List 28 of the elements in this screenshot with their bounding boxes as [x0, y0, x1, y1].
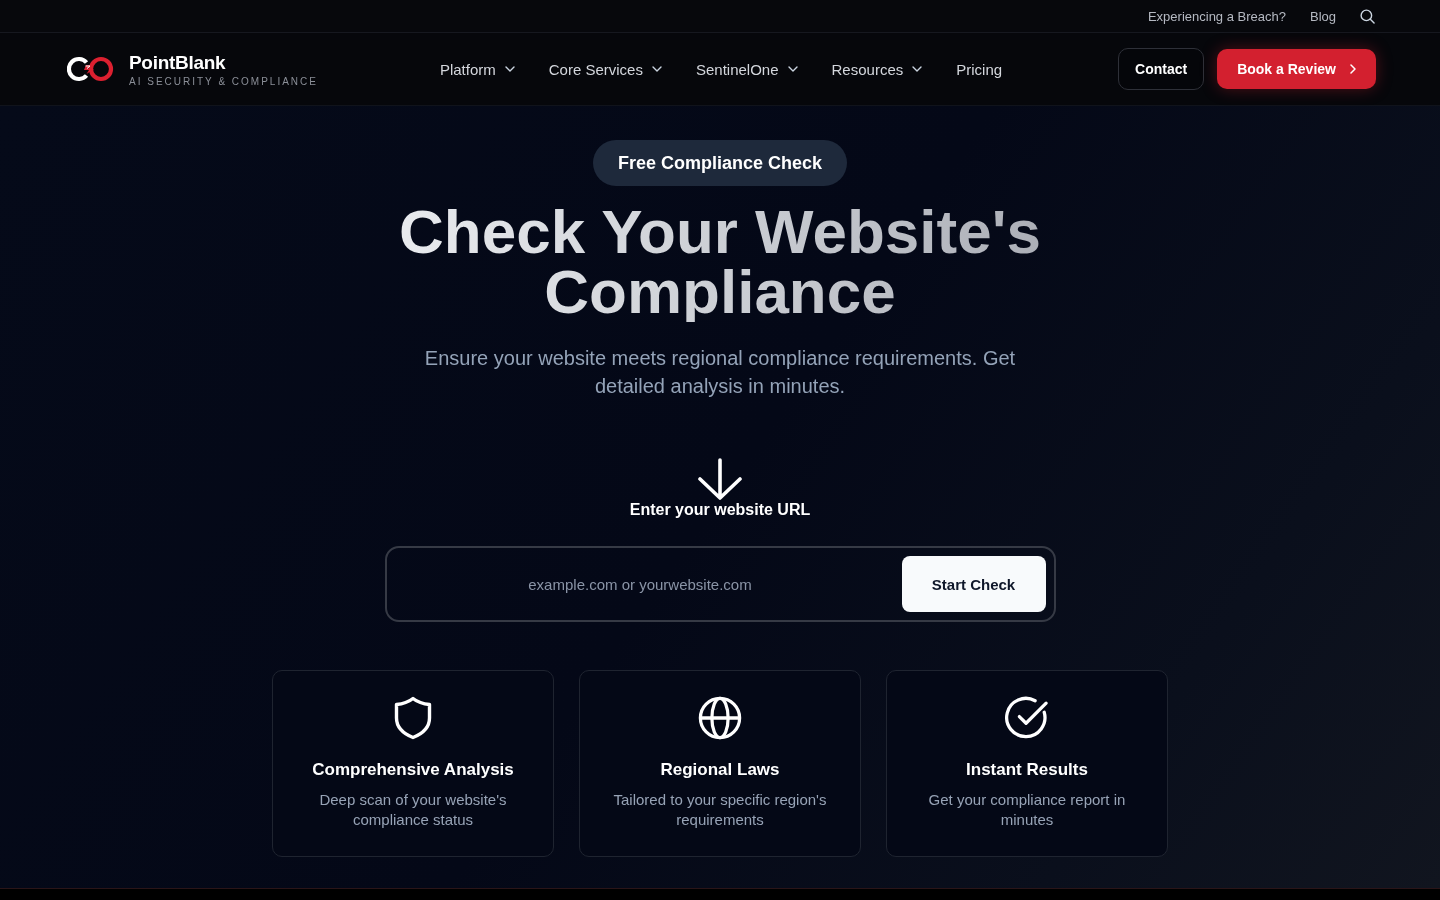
url-label: Enter your website URL	[629, 500, 811, 520]
logo-icon[interactable]	[67, 56, 114, 82]
nav-menu-item[interactable]: Core Services	[548, 60, 662, 78]
nav-menu-item[interactable]: SentinelOne	[695, 60, 798, 78]
hero-subtitle: Ensure your website meets regional compliance requirements. Get detailed analysis in minutes.	[423, 346, 1017, 399]
nav-menu-item[interactable]: Pricing	[956, 60, 1003, 78]
hero-badge: Free Compliance Check	[592, 140, 848, 186]
nav-menu-item[interactable]: Resources	[831, 60, 923, 78]
top-link[interactable]: Experiencing a Breach?	[1147, 8, 1286, 24]
chevron-right-icon	[1350, 64, 1356, 74]
globe-icon	[698, 696, 742, 740]
brand-name: PointBlank	[129, 51, 227, 74]
feature-title: Regional Laws	[660, 759, 780, 781]
feature-description: Get your compliance report in minutes	[927, 790, 1127, 830]
book-review-button[interactable]: Book a Review	[1217, 49, 1376, 89]
feature-description: Tailored to your specific region's requirements	[612, 790, 828, 830]
top-link[interactable]: Blog	[1309, 8, 1336, 24]
feature-description: Deep scan of your website's compliance status	[318, 790, 508, 830]
shield-icon	[394, 696, 432, 740]
check-circle-icon	[1005, 696, 1049, 740]
contact-button[interactable]: Contact	[1118, 48, 1205, 90]
feature-title: Comprehensive Analysis	[312, 759, 514, 781]
start-check-button[interactable]: Start Check	[901, 556, 1046, 612]
feature-title: Instant Results	[966, 759, 1088, 781]
brand-tagline: AI SECURITY & COMPLIANCE	[129, 74, 318, 89]
arrow-down-icon	[697, 458, 743, 500]
nav-menu-item[interactable]: Platform	[439, 60, 515, 78]
search-icon[interactable]	[1360, 8, 1375, 24]
